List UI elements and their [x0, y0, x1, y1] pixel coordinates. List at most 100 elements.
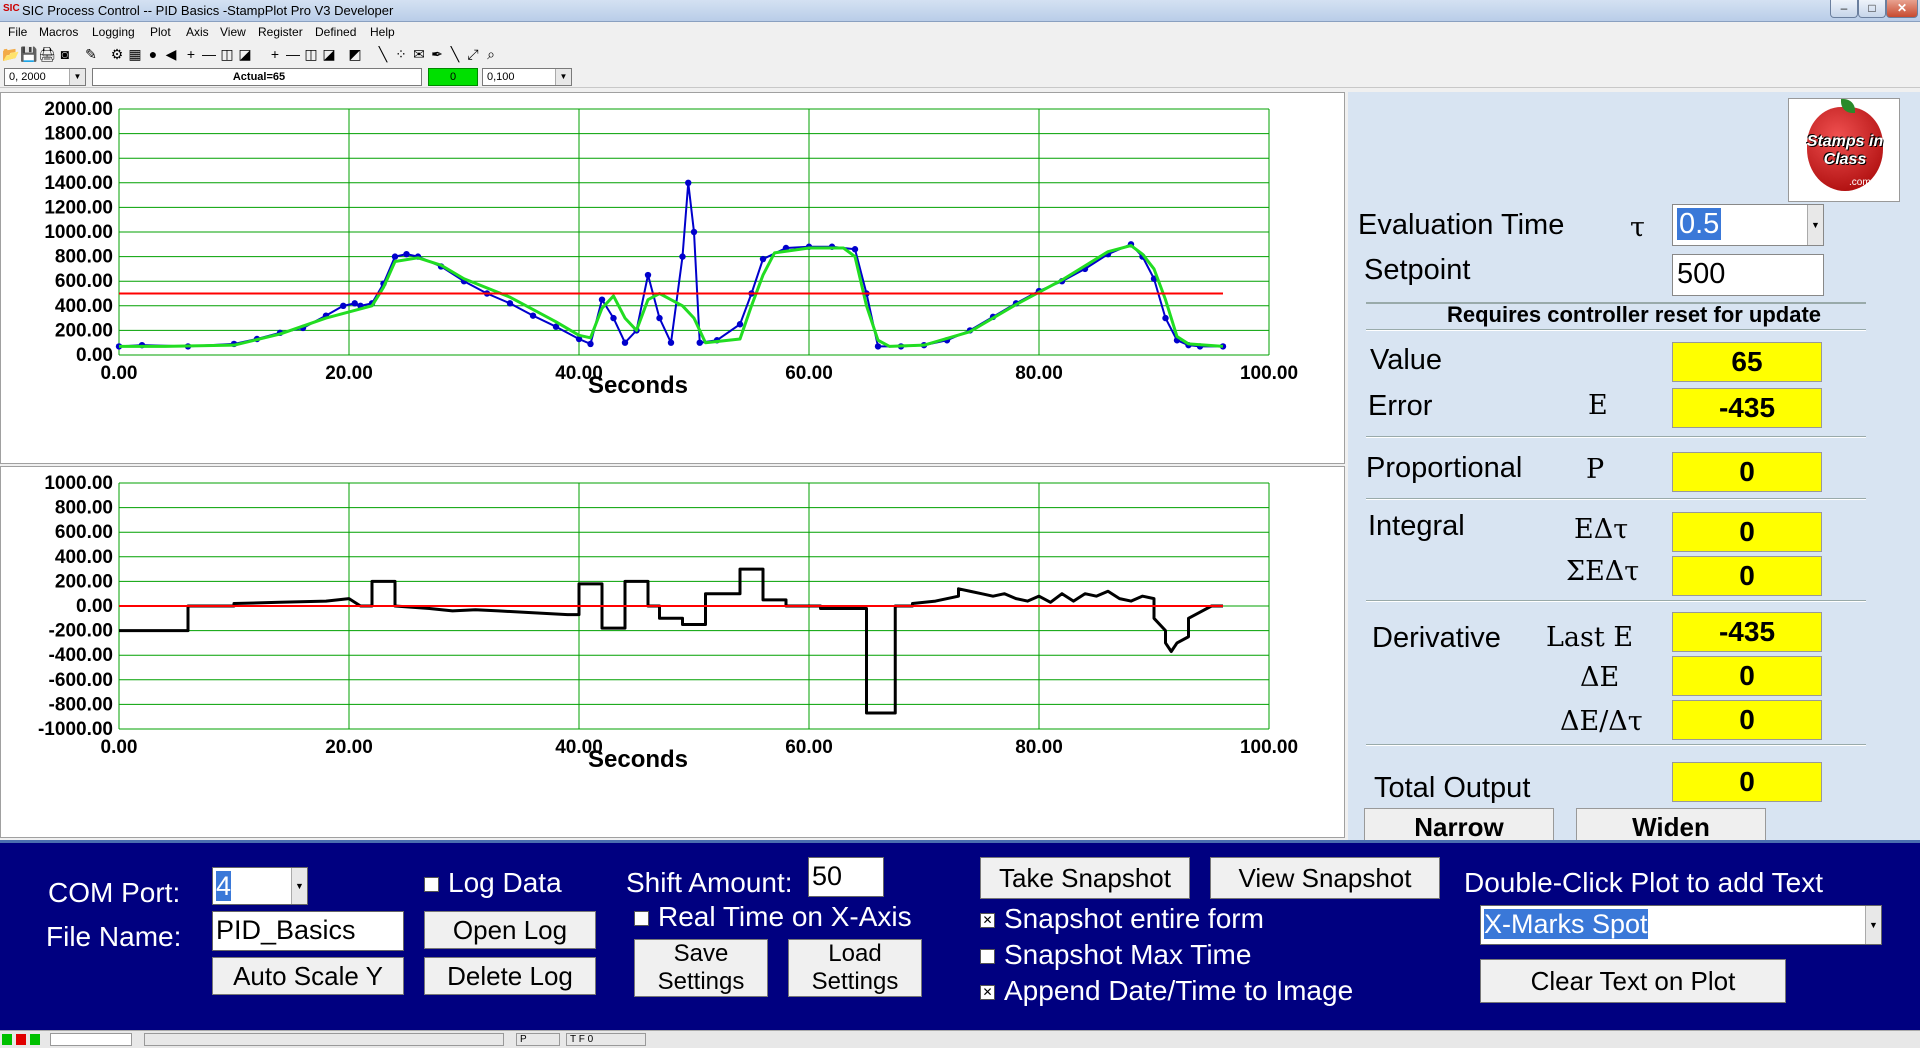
chevron-down-icon[interactable]: ▼ [1865, 906, 1881, 944]
series-line-1 [119, 244, 1224, 348]
minimize-button[interactable]: – [1830, 0, 1858, 18]
stamps-in-class-logo[interactable]: Stamps in Class .com [1788, 98, 1900, 202]
snapshot-max-checkbox[interactable] [980, 949, 995, 964]
chart-icon[interactable]: ⚙ [108, 45, 126, 63]
box-icon[interactable]: ◪ [320, 45, 338, 63]
open-icon[interactable]: 📂 [2, 45, 20, 63]
chevron-down-icon[interactable]: ▼ [291, 868, 307, 904]
top-plot-panel[interactable]: 0.00 200.00 400.00 600.00 800.00 1000.00 1200.… [0, 92, 1345, 464]
snapshot-max-label: Snapshot Max Time [1004, 939, 1252, 970]
derivative-symbol-1: Last E [1546, 622, 1634, 653]
pid-panel: Stamps in Class .com Evaluation Time τ 0… [1348, 92, 1920, 848]
y-tick-label: 400.00 [55, 296, 113, 317]
scatter-icon[interactable]: ⁘ [392, 45, 410, 63]
y-range-select[interactable]: 0,100 ▼ [482, 68, 572, 86]
append-date-checkbox[interactable]: ✕ [980, 985, 995, 1000]
setpoint-input[interactable]: 500 [1672, 254, 1824, 296]
auto-scale-button[interactable]: Auto Scale Y [212, 957, 404, 995]
com-port-value: 4 [216, 871, 232, 901]
close-button[interactable]: ✕ [1886, 0, 1918, 18]
marker-icon[interactable]: ✒ [428, 45, 446, 63]
restore-button[interactable]: □ [1858, 0, 1886, 18]
load-settings-button[interactable]: Load Settings [788, 939, 922, 997]
menu-help[interactable]: Help [370, 25, 395, 39]
x-range-select[interactable]: 0, 2000 ▼ [4, 68, 86, 86]
divider [1366, 329, 1866, 331]
pen-icon[interactable]: ╲ [374, 45, 392, 63]
plus-icon[interactable]: + [182, 45, 200, 63]
x-axis-label: Seconds [588, 372, 688, 399]
value-label: Value [1370, 344, 1443, 376]
tf-field: T F 0 [566, 1033, 646, 1046]
status-row: 0, 2000 ▼ Actual=65 0 0,100 ▼ [0, 66, 1920, 88]
data-point [690, 228, 698, 236]
menu-view[interactable]: View [220, 25, 246, 39]
minus-icon[interactable]: — [284, 45, 302, 63]
grid-icon[interactable]: ▦ [126, 45, 144, 63]
menu-plot[interactable]: Plot [150, 25, 171, 39]
data-point [610, 314, 617, 322]
x-tick-label: 60.00 [785, 363, 833, 384]
note-icon[interactable]: ✉ [410, 45, 428, 63]
image-icon[interactable]: ◩ [346, 45, 364, 63]
status-led-red [16, 1034, 26, 1045]
view-snapshot-button[interactable]: View Snapshot [1210, 857, 1440, 899]
y-tick-label: 200.00 [55, 320, 113, 341]
zoom-out-icon[interactable]: ⌕ [482, 45, 500, 63]
proportional-symbol: P [1586, 454, 1605, 485]
y-tick-label: -800.00 [49, 694, 113, 715]
menu-logging[interactable]: Logging [92, 25, 135, 39]
box-icon[interactable]: ◫ [218, 45, 236, 63]
plus-icon[interactable]: + [266, 45, 284, 63]
top-plot[interactable]: 0.00 200.00 400.00 600.00 800.00 1000.00 1200.… [1, 93, 1346, 465]
data-point [679, 253, 686, 260]
save-settings-button[interactable]: Save Settings [634, 939, 768, 997]
camera-icon[interactable]: ◙ [56, 45, 74, 63]
bottom-plot-panel[interactable]: -1000.00 -800.00 -600.00 -400.00 -200.00 0.00… [0, 466, 1345, 838]
x-tick-label: 100.00 [1240, 737, 1298, 758]
arrow-left-icon[interactable]: ◀ [162, 45, 180, 63]
minus-icon[interactable]: — [200, 45, 218, 63]
plot-text-select[interactable]: X-Marks Spot ▼ [1480, 905, 1882, 945]
com-port-select[interactable]: 4 ▼ [212, 867, 308, 905]
box-icon[interactable]: ◪ [236, 45, 254, 63]
data-point [759, 255, 767, 263]
save-icon[interactable]: 💾 [20, 45, 38, 63]
progress-field [50, 1033, 132, 1046]
pencil-icon[interactable]: ╲ [446, 45, 464, 63]
menu-axis[interactable]: Axis [186, 25, 209, 39]
file-name-label: File Name: [46, 921, 182, 952]
clear-text-button[interactable]: Clear Text on Plot [1480, 959, 1786, 1003]
counter-indicator: 0 [428, 68, 478, 86]
proportional-label: Proportional [1366, 452, 1523, 484]
wand-icon[interactable]: ✎ [82, 45, 100, 63]
chevron-down-icon[interactable]: ▼ [1807, 205, 1823, 245]
y-tick-label: 1600.00 [44, 148, 113, 169]
data-point [667, 339, 675, 346]
menu-macros[interactable]: Macros [39, 25, 78, 39]
open-log-button[interactable]: Open Log [424, 911, 596, 949]
print-icon[interactable]: 🖨 [38, 45, 56, 63]
integral-label: Integral [1368, 510, 1465, 542]
log-data-checkbox[interactable] [424, 877, 439, 892]
shift-amount-input[interactable]: 50 [808, 857, 884, 897]
menu-register[interactable]: Register [258, 25, 303, 39]
box-icon[interactable]: ◫ [302, 45, 320, 63]
app-icon[interactable]: SIC [3, 3, 20, 19]
bottom-plot[interactable]: -1000.00-800.00-600.00-400.00-200.000.00… [1, 467, 1346, 839]
zoom-icon[interactable]: ⤢ [464, 45, 482, 63]
menu-file[interactable]: File [8, 25, 27, 39]
menu-defined[interactable]: Defined [315, 25, 356, 39]
real-time-checkbox[interactable] [634, 911, 649, 926]
take-snapshot-button[interactable]: Take Snapshot [980, 857, 1190, 899]
eval-time-select[interactable]: 0.5 ▼ [1672, 204, 1824, 246]
delete-log-button[interactable]: Delete Log [424, 957, 596, 995]
snapshot-form-checkbox[interactable]: ✕ [980, 913, 995, 928]
total-output-label: Total Output [1374, 772, 1531, 804]
divider [1366, 498, 1866, 500]
control-panel: COM Port: 4 ▼ File Name: PID_Basics Auto… [0, 840, 1920, 1030]
x-tick-label: 100.00 [1240, 363, 1298, 384]
file-name-input[interactable]: PID_Basics [212, 911, 404, 951]
stop-icon[interactable]: ● [144, 45, 162, 63]
data-point [685, 179, 692, 186]
